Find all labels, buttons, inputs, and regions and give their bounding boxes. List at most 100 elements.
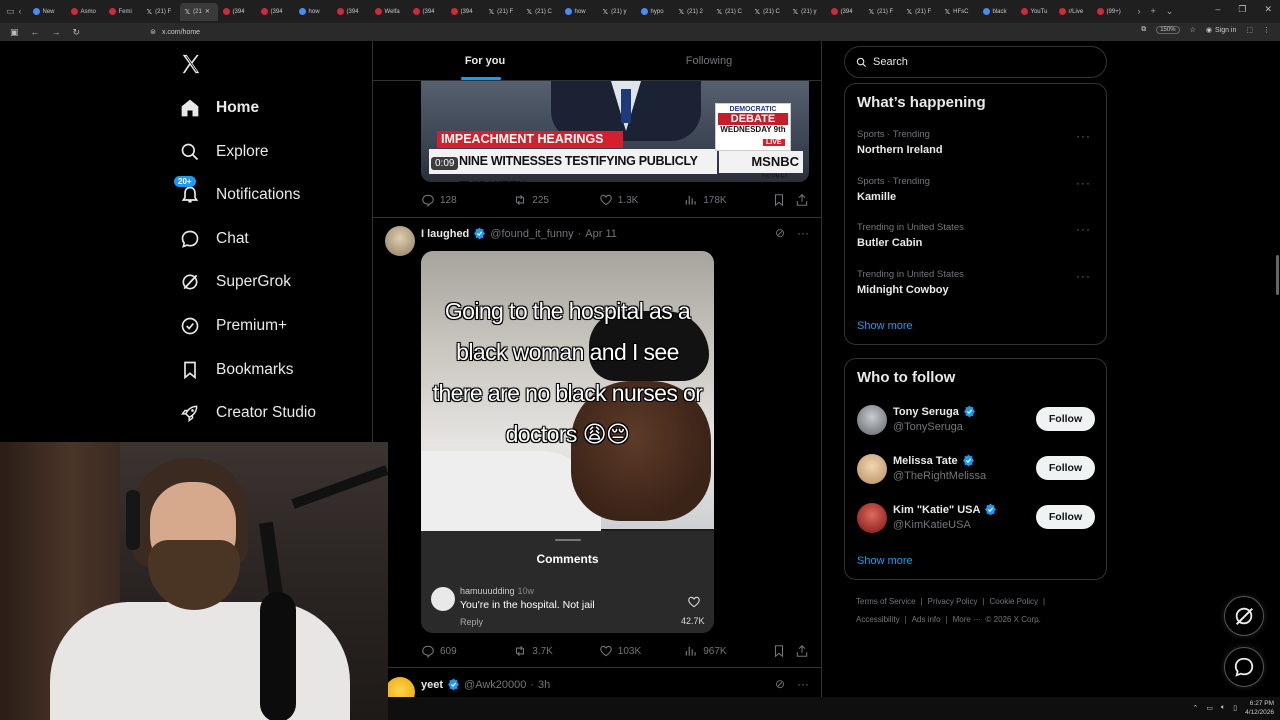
browser-tab[interactable]: 𝕏 HFsC <box>940 3 978 21</box>
footer-link[interactable]: Terms of Service <box>856 597 916 606</box>
like-button[interactable]: 103K <box>599 644 684 658</box>
show-more-link[interactable]: Show more <box>857 320 913 332</box>
browser-tab[interactable]: hypo <box>636 3 674 21</box>
views-button[interactable]: 967K <box>684 644 771 658</box>
browser-tab[interactable]: 𝕏 (21) y <box>598 3 636 21</box>
tweet-author-handle[interactable]: @Awk20000 <box>464 679 526 691</box>
tab-list-icon[interactable]: ▭ <box>6 6 15 17</box>
browser-tab[interactable]: 𝕏 (21) 2 <box>674 3 712 21</box>
avatar[interactable] <box>857 454 887 484</box>
browser-tab[interactable]: 𝕏 (21) F <box>902 3 940 21</box>
bookmark-button[interactable] <box>772 644 795 658</box>
tweet-video[interactable]: IMPEACHMENT HEARINGS NINE WITNESSES TEST… <box>421 81 809 182</box>
tweet-author-name[interactable]: yeet <box>421 679 443 691</box>
close-tab-icon[interactable]: ✕ <box>205 8 210 15</box>
reply-button[interactable]: 128 <box>421 193 513 207</box>
tweet-date[interactable]: 3h <box>538 679 550 691</box>
repost-button[interactable]: 225 <box>513 193 598 207</box>
follow-button[interactable]: Follow <box>1036 456 1095 480</box>
follow-suggestion[interactable]: Melissa Tate @TheRightMelissa Follow <box>857 454 1097 488</box>
browser-tab[interactable]: (394 <box>218 3 256 21</box>
back-icon[interactable]: ← <box>31 27 40 38</box>
nav-bookmarks[interactable]: Bookmarks <box>180 357 294 383</box>
tweet-date[interactable]: Apr 11 <box>585 228 617 240</box>
browser-tab[interactable]: New <box>28 3 66 21</box>
follow-suggestion[interactable]: Tony Seruga @TonySeruga Follow <box>857 405 1097 439</box>
tab-for-you[interactable]: For you <box>373 41 597 80</box>
footer-link[interactable]: Accessibility <box>856 615 900 624</box>
more-icon[interactable]: ··· <box>1076 269 1091 283</box>
like-button[interactable]: 1.3K <box>599 193 684 207</box>
system-clock[interactable]: 6:27 PM 4/12/2026 <box>1245 699 1274 717</box>
more-icon[interactable]: ··· <box>1076 129 1091 143</box>
browser-tab[interactable]: (394 <box>256 3 294 21</box>
tab-scroll-left-icon[interactable]: ‹ <box>19 6 22 17</box>
scrollbar-thumb[interactable] <box>1276 255 1279 295</box>
grok-icon[interactable]: ⊘ <box>775 677 785 691</box>
nav-creator-studio[interactable]: Creator Studio <box>180 400 316 426</box>
battery-icon[interactable]: ▯ <box>1233 704 1237 712</box>
tray-chevron-icon[interactable]: ⌃ <box>1193 704 1199 712</box>
browser-tab[interactable]: how <box>294 3 332 21</box>
star-icon[interactable]: ☆ <box>1190 26 1196 34</box>
footer-link[interactable]: Cookie Policy <box>990 597 1038 606</box>
network-icon[interactable]: ▭ <box>1206 704 1213 712</box>
x-logo-icon[interactable] <box>180 53 202 75</box>
nav-supergrok[interactable]: SuperGrok <box>180 269 291 295</box>
browser-tab[interactable]: 𝕏 (21) F <box>142 3 180 21</box>
tweet-author-name[interactable]: I laughed <box>421 228 469 240</box>
browser-tab[interactable]: (394 <box>332 3 370 21</box>
avatar[interactable] <box>857 405 887 435</box>
browser-tab[interactable]: Asmo <box>66 3 104 21</box>
bookmark-button[interactable] <box>772 193 795 207</box>
browser-tab[interactable]: black <box>978 3 1016 21</box>
browser-tab[interactable]: 𝕏 (21) F <box>864 3 902 21</box>
reply-button[interactable]: 609 <box>421 644 513 658</box>
sign-in-button[interactable]: ◉ Sign in <box>1206 26 1237 35</box>
more-icon[interactable]: ··· <box>797 677 809 691</box>
trend-item[interactable]: Trending in United States Butler Cabin ·… <box>857 222 1097 249</box>
follow-button[interactable]: Follow <box>1036 505 1095 529</box>
browser-tab[interactable]: 𝕏 (21) C <box>712 3 750 21</box>
views-button[interactable]: 178K <box>684 193 771 207</box>
site-info-icon[interactable]: ⊜ <box>150 28 156 36</box>
browser-tab[interactable]: 𝕏 (21) F <box>484 3 522 21</box>
nav-premium[interactable]: Premium+ <box>180 313 287 339</box>
share-button[interactable] <box>795 644 809 658</box>
footer-link[interactable]: More ··· <box>953 615 981 624</box>
more-icon[interactable]: ··· <box>1076 176 1091 190</box>
zoom-indicator[interactable]: 150% <box>1156 26 1180 34</box>
close-icon[interactable]: ✕ <box>1264 4 1272 15</box>
screen-icon[interactable]: ⧉ <box>1141 26 1146 34</box>
avatar[interactable] <box>385 226 415 256</box>
browser-tab[interactable]: 𝕏 (21) C <box>522 3 560 21</box>
follow-button[interactable]: Follow <box>1036 407 1095 431</box>
grok-icon[interactable]: ⊘ <box>775 226 785 240</box>
avatar[interactable] <box>857 503 887 533</box>
extensions-icon[interactable]: ⬚ <box>1246 26 1253 34</box>
footer-link[interactable]: Ads info <box>912 615 941 624</box>
browser-tab[interactable]: 𝕏 (21) y <box>788 3 826 21</box>
url-field[interactable]: ⊜ x.com/home <box>150 28 200 37</box>
more-icon[interactable]: ··· <box>797 226 809 240</box>
browser-tab[interactable]: (99+) <box>1092 3 1130 21</box>
browser-tab[interactable]: 𝕏 (21) C <box>750 3 788 21</box>
menu-icon[interactable]: ⋮ <box>1263 26 1270 34</box>
browser-tab[interactable]: YouTu <box>1016 3 1054 21</box>
tab-search-icon[interactable]: ⌄ <box>1166 6 1174 17</box>
repost-button[interactable]: 3.7K <box>513 644 598 658</box>
search-input[interactable]: Search <box>844 46 1107 78</box>
sidebar-toggle-icon[interactable]: ▣ <box>10 27 19 38</box>
follow-suggestion[interactable]: Kim "Katie" USA @KimKatieUSA Follow <box>857 503 1097 537</box>
nav-notifications[interactable]: 20+ Notifications <box>174 176 300 208</box>
volume-icon[interactable]: 🔈︎ <box>1221 704 1225 712</box>
trend-item[interactable]: Trending in United States Midnight Cowbo… <box>857 269 1097 296</box>
share-button[interactable] <box>795 193 809 207</box>
forward-icon[interactable]: → <box>52 27 61 38</box>
browser-tab[interactable]: r/Live <box>1054 3 1092 21</box>
browser-tab[interactable]: Femi <box>104 3 142 21</box>
trend-item[interactable]: Sports · Trending Kamille ··· <box>857 176 1097 203</box>
browser-tab[interactable]: how <box>560 3 598 21</box>
browser-tab[interactable]: Welfa <box>370 3 408 21</box>
more-icon[interactable]: ··· <box>1076 222 1091 236</box>
